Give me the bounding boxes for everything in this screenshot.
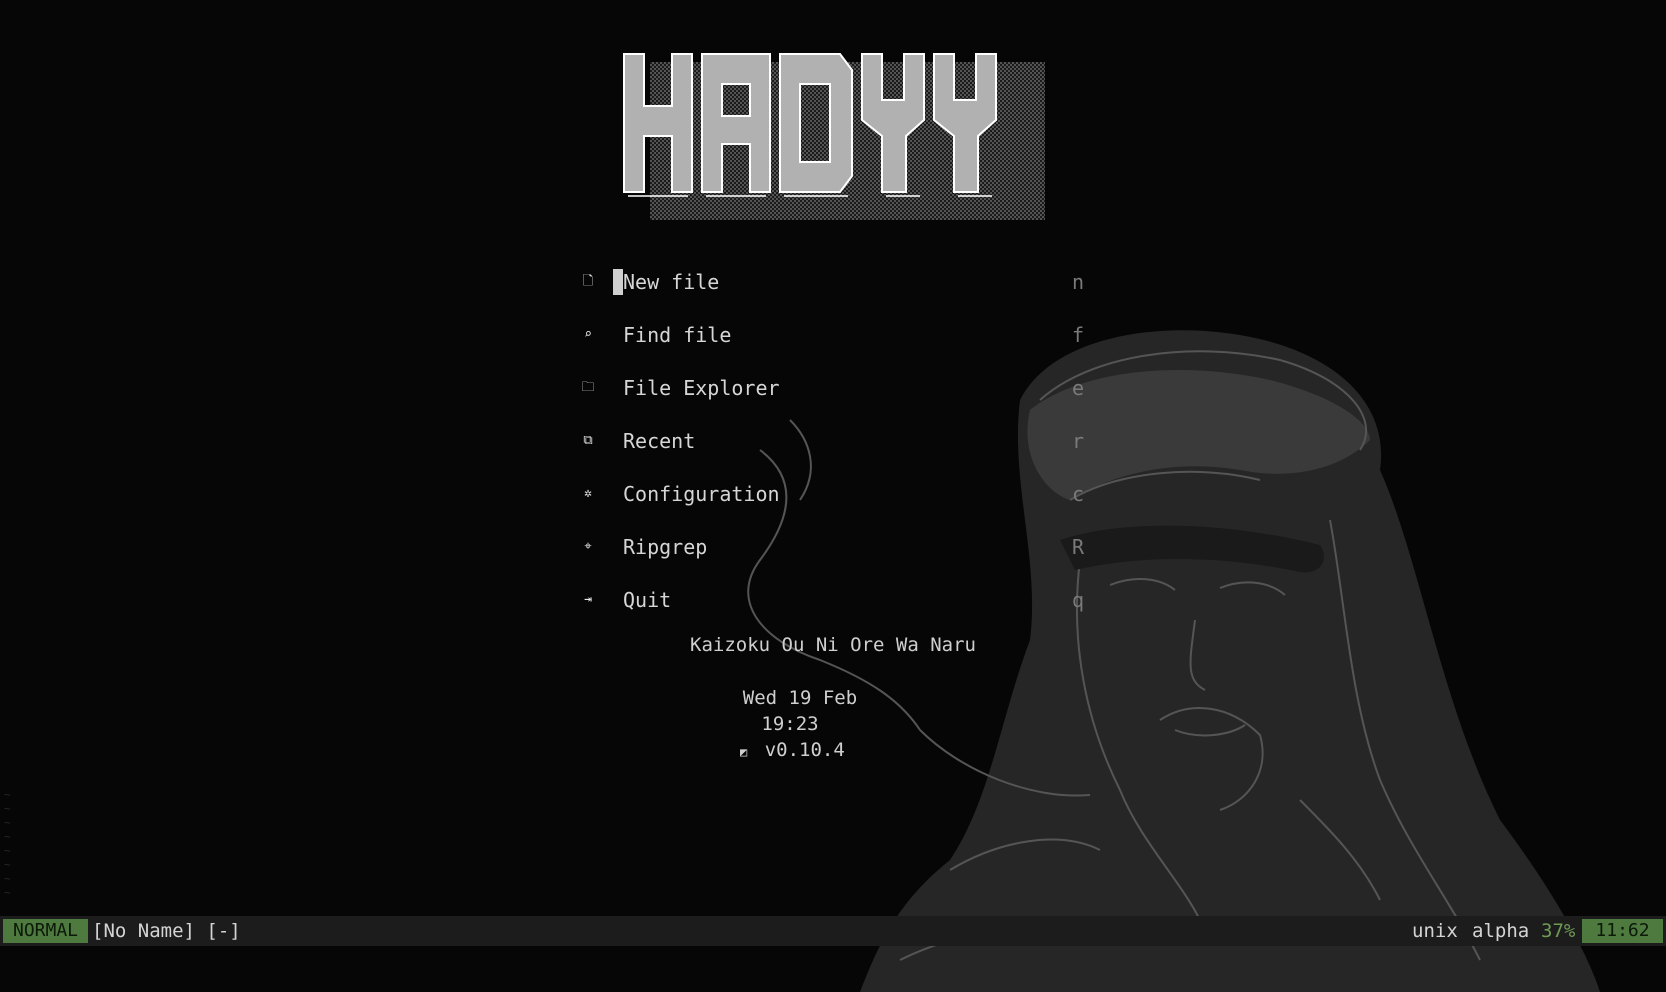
menu-item-file-explorer[interactable]: 🗀 File Explorer e xyxy=(580,373,1090,403)
menu-item-quit[interactable]: ⇥ Quit q xyxy=(580,585,1090,615)
menu-item-label: Quit xyxy=(623,588,672,612)
shortcut-key: r xyxy=(1072,429,1085,453)
statusline: NORMAL [No Name] [-] unix alpha 37% 11:6… xyxy=(0,916,1666,946)
menu-item-label: Recent xyxy=(623,429,696,453)
shortcut-key: R xyxy=(1072,535,1085,559)
mode-indicator: NORMAL xyxy=(3,919,89,943)
menu-item-label: Find file xyxy=(623,323,732,347)
find-file-icon: ⌕ xyxy=(584,327,592,342)
recent-icon: ⧉ xyxy=(583,433,593,448)
shortcut-key: q xyxy=(1072,588,1085,612)
version-text: v0.10.4 xyxy=(764,739,845,761)
filetype-text: alpha xyxy=(1472,920,1530,942)
menu-item-label: Ripgrep xyxy=(623,535,708,559)
menu-item-label: New file xyxy=(623,270,720,294)
menu-item-label: Configuration xyxy=(623,482,780,506)
empty-line-markers: ~ ~ ~ ~ ~ ~ ~ ~ xyxy=(4,788,11,899)
version-line: ◩ v0.10.4 xyxy=(740,737,860,766)
menu-item-find-file[interactable]: ⌕ Find file f xyxy=(580,320,1090,350)
ripgrep-icon: ⌖ xyxy=(584,539,592,554)
date-text: Wed 19 Feb xyxy=(742,687,858,709)
new-file-icon: 🗋 xyxy=(582,274,594,289)
neovim-icon: ◩ xyxy=(740,745,748,759)
gear-icon: ✲ xyxy=(584,486,592,501)
menu-item-recent[interactable]: ⧉ Recent r xyxy=(580,426,1090,456)
file-format: unix xyxy=(1412,920,1458,942)
scroll-percent: 37% xyxy=(1541,920,1576,942)
cursor xyxy=(613,269,623,295)
terminal-window: 🗋 New file n ⌕ Find file f 🗀 File Explorer e ⧉ Rec… xyxy=(0,0,1666,992)
buffer-name: [No Name] [-] xyxy=(92,920,241,942)
time-text: 19:23 xyxy=(761,713,819,735)
menu-item-new-file[interactable]: 🗋 New file n xyxy=(580,267,1090,297)
shortcut-key: f xyxy=(1072,323,1085,347)
cursor-position: 11:62 xyxy=(1582,919,1663,943)
menu-item-label: File Explorer xyxy=(623,376,780,400)
quit-icon: ⇥ xyxy=(584,592,592,607)
folder-icon: 🗀 xyxy=(581,380,595,395)
menu-item-configuration[interactable]: ✲ Configuration c xyxy=(580,479,1090,509)
shortcut-key: n xyxy=(1072,270,1085,294)
command-line[interactable] xyxy=(0,946,1666,992)
shortcut-key: c xyxy=(1072,482,1085,506)
quote-text: Kaizoku Ou Ni Ore Wa Naru xyxy=(690,634,976,656)
logo-banner xyxy=(623,53,1045,220)
shortcut-key: e xyxy=(1072,376,1085,400)
menu-item-ripgrep[interactable]: ⌖ Ripgrep R xyxy=(580,532,1090,562)
